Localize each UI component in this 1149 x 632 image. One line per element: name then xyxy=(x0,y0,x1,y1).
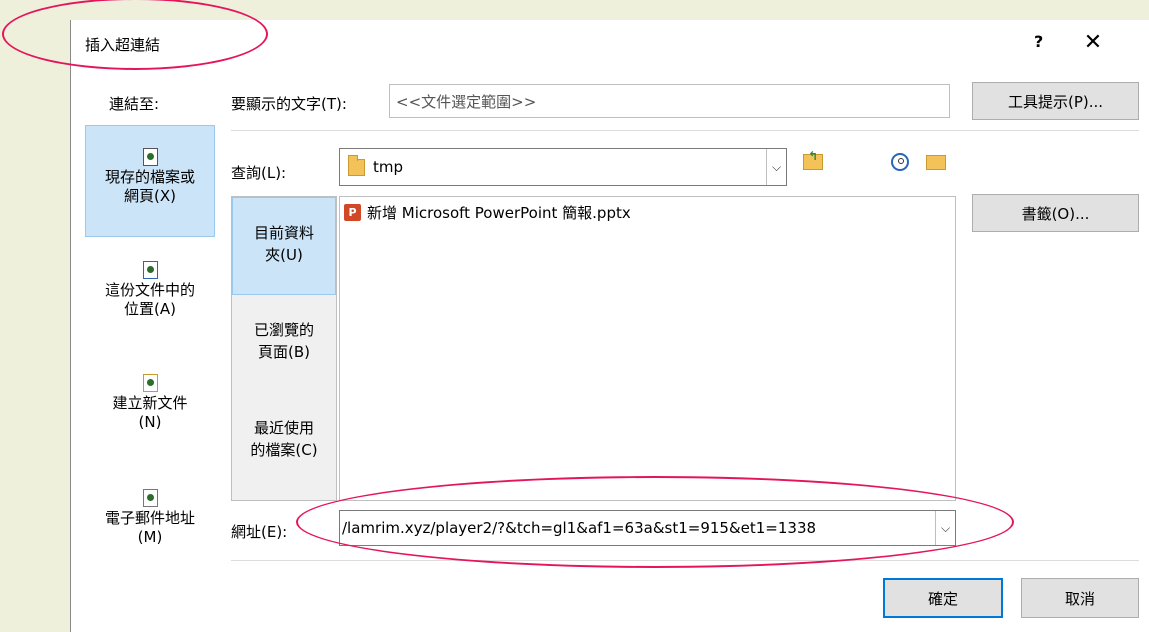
look-in-dropdown[interactable]: tmp ⌵ xyxy=(339,148,787,186)
place-in-doc-icon xyxy=(142,261,158,279)
place-label-2: (N) xyxy=(138,413,162,431)
subplace-label-2: 的檔案(C) xyxy=(250,441,318,459)
subplace-browsed-pages[interactable]: 已瀏覽的 頁面(B) xyxy=(232,319,336,379)
text-to-display-input[interactable]: <<文件選定範圍>> xyxy=(389,84,950,118)
subplace-label-1: 目前資料 xyxy=(253,224,314,242)
screentip-button[interactable]: 工具提示(P)... xyxy=(972,82,1139,120)
insert-hyperlink-dialog: 插入超連結 ? ✕ 連結至: 現存的檔案或 網頁(X) 這份文件中的 位置(A)… xyxy=(70,20,1149,632)
subplace-label-2: 夾(U) xyxy=(265,246,303,264)
existing-file-icon xyxy=(142,148,158,166)
place-label-2: 網頁(X) xyxy=(124,187,176,205)
bookmark-button[interactable]: 書籤(O)... xyxy=(972,194,1139,232)
help-button[interactable]: ? xyxy=(1034,32,1043,51)
subplace-label-1: 最近使用 xyxy=(253,419,314,437)
folder-icon xyxy=(348,154,365,176)
browse-web-icon[interactable] xyxy=(887,150,913,174)
address-value: /lamrim.xyz/player2/?&tch=gl1&af1=63a&st… xyxy=(342,519,817,537)
file-name: 新增 Microsoft PowerPoint 簡報.pptx xyxy=(367,204,631,222)
divider xyxy=(231,560,1139,561)
places-bar: 現存的檔案或 網頁(X) 這份文件中的 位置(A) 建立新文件 (N) 電子郵件… xyxy=(85,125,215,625)
cancel-button[interactable]: 取消 xyxy=(1021,578,1139,618)
place-new-document[interactable]: 建立新文件 (N) xyxy=(85,370,215,470)
ok-button[interactable]: 確定 xyxy=(883,578,1003,618)
place-label-2: 位置(A) xyxy=(124,300,176,318)
close-icon[interactable]: ✕ xyxy=(1081,30,1105,55)
place-label-1: 現存的檔案或 xyxy=(104,168,195,186)
subplace-recent-files[interactable]: 最近使用 的檔案(C) xyxy=(232,417,336,477)
email-icon xyxy=(142,489,158,507)
browse-file-icon[interactable] xyxy=(923,150,949,174)
chevron-down-icon[interactable]: ⌵ xyxy=(766,149,786,185)
subplace-current-folder[interactable]: 目前資料 夾(U) xyxy=(232,197,336,295)
text-to-display-label: 要顯示的文字(T): xyxy=(231,95,347,113)
place-label-1: 這份文件中的 xyxy=(104,281,195,299)
file-list[interactable]: P 新增 Microsoft PowerPoint 簡報.pptx xyxy=(339,196,956,501)
powerpoint-icon: P xyxy=(344,204,361,221)
up-folder-icon[interactable]: ↰ xyxy=(800,149,826,174)
dialog-title: 插入超連結 xyxy=(85,36,161,54)
list-item[interactable]: P 新增 Microsoft PowerPoint 簡報.pptx xyxy=(344,202,631,223)
look-in-label: 查詢(L): xyxy=(231,164,287,182)
place-existing-file[interactable]: 現存的檔案或 網頁(X) xyxy=(85,125,215,237)
look-in-value: tmp xyxy=(373,158,404,176)
subplace-label-2: 頁面(B) xyxy=(258,343,310,361)
place-label-1: 建立新文件 xyxy=(112,394,188,412)
new-doc-icon xyxy=(142,374,158,392)
divider xyxy=(231,130,1139,131)
place-email-address[interactable]: 電子郵件地址 (M) xyxy=(85,485,215,585)
place-label-2: (M) xyxy=(137,528,163,546)
link-to-label: 連結至: xyxy=(109,95,160,113)
place-in-document[interactable]: 這份文件中的 位置(A) xyxy=(85,257,215,357)
sub-places-bar: 目前資料 夾(U) 已瀏覽的 頁面(B) 最近使用 的檔案(C) xyxy=(231,196,337,501)
address-label: 網址(E): xyxy=(231,523,288,541)
subplace-label-1: 已瀏覽的 xyxy=(253,321,314,339)
chevron-down-icon[interactable]: ⌵ xyxy=(935,511,955,545)
address-input[interactable]: /lamrim.xyz/player2/?&tch=gl1&af1=63a&st… xyxy=(339,510,956,546)
place-label-1: 電子郵件地址 xyxy=(104,509,195,527)
